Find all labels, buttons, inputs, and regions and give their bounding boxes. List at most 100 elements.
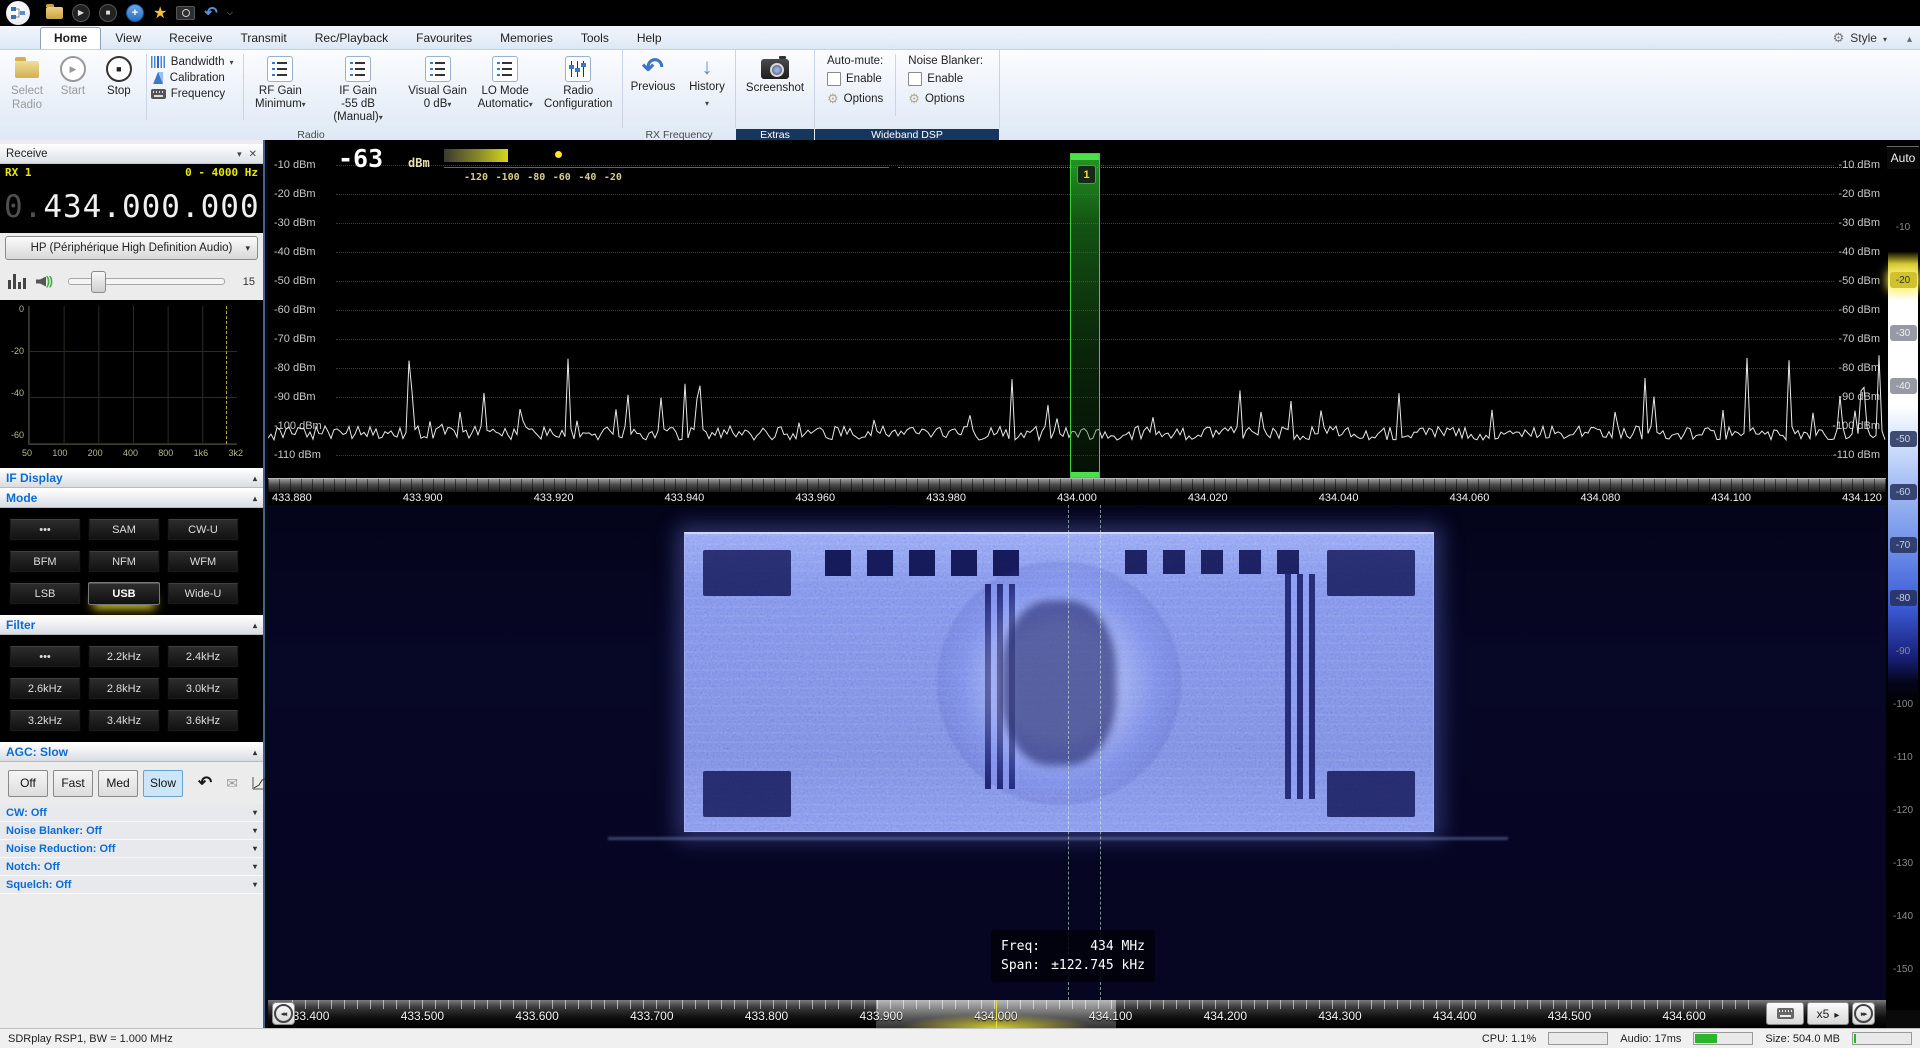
filter-button[interactable]: 3.2kHz	[9, 709, 81, 732]
select-radio-button[interactable]: Select Radio	[4, 52, 50, 113]
auto-mute-options[interactable]: Options	[827, 91, 883, 107]
agc-header[interactable]: AGC: Slow	[0, 742, 263, 762]
agc-reset-icon[interactable]	[198, 773, 212, 793]
ribbon-tab[interactable]: Receive	[155, 27, 226, 49]
noise-blanker-enable[interactable]: Enable	[908, 72, 983, 86]
add-icon[interactable]	[126, 4, 144, 22]
ribbon-right-controls: Style	[1833, 30, 1912, 46]
screenshot-button[interactable]: Screenshot	[740, 52, 810, 95]
checkbox-icon[interactable]	[908, 72, 922, 86]
filter-button[interactable]: 3.6kHz	[167, 709, 239, 732]
start-button[interactable]: ▶ Start	[50, 52, 96, 99]
stop-button[interactable]: ■ Stop	[96, 52, 142, 99]
start-icon[interactable]	[72, 4, 90, 22]
tuning-cursor-left[interactable]	[1068, 505, 1069, 1000]
filter-button[interactable]: 2.4kHz	[167, 645, 239, 668]
mode-button[interactable]: CW-U	[167, 518, 239, 541]
mode-button[interactable]: NFM	[88, 550, 160, 573]
frequency-entry-button[interactable]	[1766, 1002, 1804, 1025]
filter-button[interactable]: 2.8kHz	[88, 677, 160, 700]
if-display-header[interactable]: IF Display	[0, 468, 263, 488]
ribbon-tab[interactable]: Favourites	[402, 27, 486, 49]
zoom-button[interactable]: x5	[1807, 1002, 1849, 1025]
ribbon-tab[interactable]: Rec/Playback	[301, 27, 402, 49]
ribbon-tab[interactable]: Help	[623, 27, 676, 49]
ribbon-tab[interactable]: Tools	[567, 27, 623, 49]
scroll-right-button[interactable]	[1852, 1002, 1875, 1025]
mode-button[interactable]: BFM	[9, 550, 81, 573]
agc-button[interactable]: Fast	[53, 770, 93, 797]
agc-button[interactable]: Off	[8, 770, 48, 797]
waterfall-level-bar[interactable]: Auto -10-20-30-40-50-60-70-80-90-100-110…	[1886, 140, 1920, 1010]
mode-button[interactable]: •••	[9, 518, 81, 541]
frequency-button[interactable]: Frequency	[151, 88, 239, 100]
agc-button[interactable]: Med	[98, 770, 138, 797]
lo-mode-button[interactable]: LO ModeAutomatic	[472, 52, 539, 111]
receive-panel-header[interactable]: Receive	[0, 144, 263, 164]
audio-spectrum[interactable]: 0-20-40-60 501002004008001k63k2	[0, 300, 263, 468]
customize-toolbar-icon[interactable]	[227, 8, 233, 18]
mode-header[interactable]: Mode	[0, 488, 263, 508]
scroll-left-button[interactable]	[272, 1002, 295, 1025]
volume-slider-thumb[interactable]	[91, 271, 106, 293]
filter-button[interactable]: 2.2kHz	[88, 645, 160, 668]
rx-marker[interactable]: 1	[1070, 153, 1100, 478]
undo-icon[interactable]	[204, 3, 217, 23]
visual-gain-button[interactable]: Visual Gain0 dB	[403, 52, 472, 111]
screenshot-icon[interactable]	[176, 6, 195, 20]
collapsed-section[interactable]: Notch: Off	[0, 858, 263, 876]
volume-slider[interactable]	[68, 278, 225, 285]
mode-button[interactable]: Wide-U	[167, 582, 239, 605]
band-navigation-bar[interactable]: 433.400433.500433.600433.700433.800433.9…	[268, 1000, 1886, 1028]
mixer-icon[interactable]	[8, 274, 26, 289]
open-icon[interactable]	[46, 7, 63, 19]
history-button[interactable]: History	[683, 52, 731, 110]
ribbon-tab[interactable]: Transmit	[227, 27, 301, 49]
audio-device-dropdown[interactable]: HP (Périphérique High Definition Audio)	[5, 236, 258, 260]
collapse-ribbon-icon[interactable]	[1907, 31, 1912, 45]
agc-envelope-icon[interactable]	[226, 775, 238, 792]
panel-close-icon[interactable]	[249, 149, 257, 160]
filter-header[interactable]: Filter	[0, 615, 263, 635]
previous-button[interactable]: Previous	[627, 52, 679, 94]
rf-gain-button[interactable]: RF GainMinimum	[248, 52, 313, 111]
panel-menu-icon[interactable]	[237, 149, 242, 160]
filter-button[interactable]: 3.4kHz	[88, 709, 160, 732]
mode-button[interactable]: USB	[88, 582, 160, 605]
filter-button[interactable]: •••	[9, 645, 81, 668]
filter-button[interactable]: 2.6kHz	[9, 677, 81, 700]
calibration-button[interactable]: Calibration	[151, 72, 239, 84]
app-menu-button[interactable]	[6, 1, 30, 25]
mode-button[interactable]: LSB	[9, 582, 81, 605]
auto-mute-enable[interactable]: Enable	[827, 72, 883, 86]
collapsed-section[interactable]: Squelch: Off	[0, 876, 263, 894]
speaker-icon[interactable]	[36, 274, 58, 290]
auto-level-button[interactable]: Auto	[1887, 146, 1919, 169]
checkbox-icon[interactable]	[827, 72, 841, 86]
waterfall-display[interactable]: Freq: 434 MHz Span: ±122.745 kHz	[268, 505, 1886, 1000]
frequency-display[interactable]: 0.434.000.000	[0, 181, 263, 233]
tuning-cursor-right[interactable]	[1100, 505, 1101, 1000]
ribbon-tab[interactable]: View	[101, 27, 155, 49]
spectrum-frequency-scale[interactable]	[268, 478, 1886, 492]
collapsed-section[interactable]: Noise Blanker: Off	[0, 822, 263, 840]
favourite-icon[interactable]	[153, 3, 167, 23]
style-icon[interactable]	[1833, 30, 1845, 46]
filter-button[interactable]: 3.0kHz	[167, 677, 239, 700]
mode-button[interactable]: WFM	[167, 550, 239, 573]
ribbon-tab[interactable]: Memories	[486, 27, 567, 49]
stop-icon[interactable]	[99, 4, 117, 22]
rx-marker-badge[interactable]: 1	[1077, 165, 1096, 184]
ribbon-tab[interactable]: Home	[40, 27, 101, 49]
collapsed-section[interactable]: Noise Reduction: Off	[0, 840, 263, 858]
radio-configuration-button[interactable]: RadioConfiguration	[538, 52, 618, 111]
spectrum-display[interactable]: -10 dBm -10 dBm -20 dBm -20 dBm -30 dBm …	[268, 140, 1886, 505]
mode-button[interactable]: SAM	[88, 518, 160, 541]
collapsed-section[interactable]: CW: Off	[0, 804, 263, 822]
if-gain-button[interactable]: IF Gain-55 dB (Manual)	[313, 52, 404, 125]
style-label[interactable]: Style	[1850, 31, 1877, 45]
bandwidth-button[interactable]: Bandwidth	[151, 56, 239, 68]
agc-button[interactable]: Slow	[143, 770, 183, 797]
style-caret-icon[interactable]	[1883, 31, 1887, 45]
noise-blanker-options[interactable]: Options	[908, 91, 983, 107]
